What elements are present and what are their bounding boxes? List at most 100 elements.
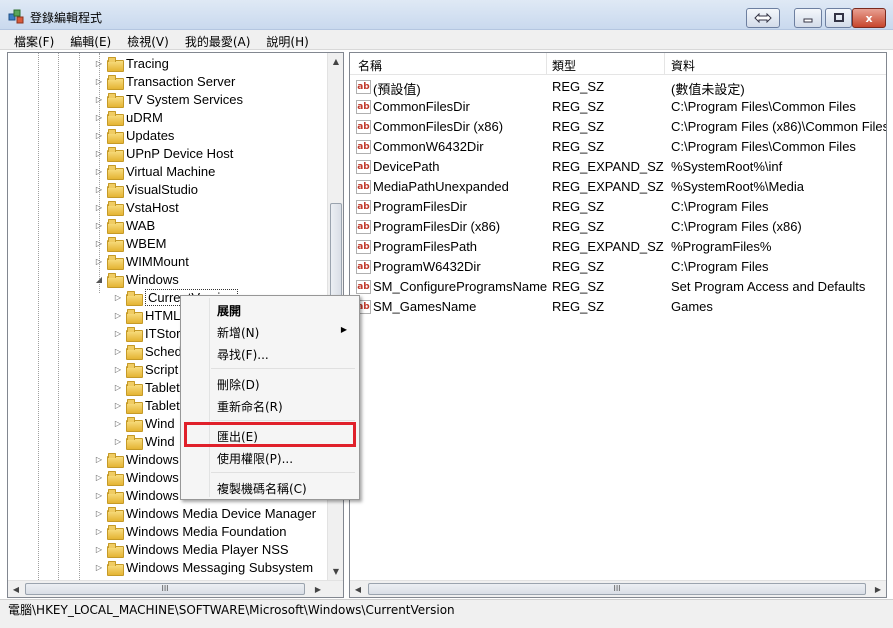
scroll-up-arrow-icon[interactable]: ▲ xyxy=(328,53,343,70)
tree-item[interactable]: ▷ Transaction Server xyxy=(94,72,235,90)
tree-item[interactable]: ▷ Windows Media Foundation xyxy=(94,522,286,540)
expand-arrow-icon[interactable]: ▷ xyxy=(113,383,123,392)
menu-item-permissions[interactable]: 使用權限(P)... xyxy=(183,447,357,467)
maximize-button[interactable] xyxy=(825,8,852,28)
tree-item[interactable]: ▷ Windows Messaging Subsystem xyxy=(94,558,313,576)
tree-item[interactable]: ▷ VstaHost xyxy=(94,198,179,216)
list-horizontal-scrollbar[interactable]: ◀ III ▶ xyxy=(350,580,886,597)
tree-item[interactable]: ▷ Wind xyxy=(113,414,175,432)
tree-horizontal-scrollbar[interactable]: ◀ III ▶ xyxy=(8,580,343,597)
value-row[interactable]: ab CommonFilesDir (x86) REG_SZ C:\Program F… xyxy=(350,117,886,137)
tree-item[interactable]: ▷ Tablet xyxy=(113,396,180,414)
expand-arrow-icon[interactable]: ▷ xyxy=(94,509,104,518)
tree-item[interactable]: ▷ ITStor xyxy=(113,324,180,342)
expand-arrow-icon[interactable]: ▷ xyxy=(94,77,104,86)
expand-arrow-icon[interactable]: ▷ xyxy=(94,563,104,572)
tree-item[interactable]: ▷ Virtual Machine xyxy=(94,162,215,180)
column-header-type[interactable]: 類型 xyxy=(552,57,576,74)
expand-arrow-icon[interactable]: ▷ xyxy=(94,59,104,68)
expand-arrow-icon[interactable]: ▷ xyxy=(113,329,123,338)
tree-item[interactable]: ▷ Tracing xyxy=(94,54,169,72)
expand-arrow-icon[interactable]: ▷ xyxy=(94,239,104,248)
tree-item[interactable]: ▷ WIMMount xyxy=(94,252,189,270)
expand-arrow-icon[interactable]: ▷ xyxy=(94,527,104,536)
value-row[interactable]: ab ProgramFilesDir REG_SZ C:\Program Files xyxy=(350,197,886,217)
expand-arrow-icon[interactable]: ▷ xyxy=(113,365,123,374)
expand-arrow-icon[interactable]: ▷ xyxy=(113,401,123,410)
registry-values-list[interactable]: 名稱 類型 資料 ab (預設值) REG_SZ (數值未設定) ab CommonFil… xyxy=(349,52,887,598)
menu-item-find[interactable]: 尋找(F)... xyxy=(183,343,357,363)
expand-arrow-icon[interactable]: ▷ xyxy=(94,257,104,266)
column-header-data[interactable]: 資料 xyxy=(671,57,695,74)
value-row[interactable]: ab CommonFilesDir REG_SZ C:\Program Files\C… xyxy=(350,97,886,117)
value-row[interactable]: ab (預設值) REG_SZ (數值未設定) xyxy=(350,77,886,97)
value-row[interactable]: ab SM_GamesName REG_SZ Games xyxy=(350,297,886,317)
list-horizontal-scroll-thumb[interactable]: III xyxy=(368,583,866,595)
tree-item[interactable]: ◢ Windows xyxy=(94,270,179,288)
expand-arrow-icon[interactable]: ▷ xyxy=(94,113,104,122)
scroll-right-arrow-icon[interactable]: ▶ xyxy=(310,581,326,597)
expand-arrow-icon[interactable]: ▷ xyxy=(113,347,123,356)
tree-item[interactable]: ▷ Tablet xyxy=(113,378,180,396)
tree-item[interactable]: ▷ WAB xyxy=(94,216,155,234)
column-header-name[interactable]: 名稱 xyxy=(358,57,382,74)
tree-item[interactable]: ▷ Wind xyxy=(113,432,175,450)
expand-arrow-icon[interactable]: ▷ xyxy=(94,203,104,212)
tree-item[interactable]: ▷ UPnP Device Host xyxy=(94,144,233,162)
tree-item[interactable]: ▷ VisualStudio xyxy=(94,180,198,198)
expand-arrow-icon[interactable]: ▷ xyxy=(113,419,123,428)
close-button[interactable]: x xyxy=(852,8,886,28)
expand-arrow-icon[interactable]: ▷ xyxy=(94,167,104,176)
expand-arrow-icon[interactable]: ▷ xyxy=(94,455,104,464)
expand-arrow-icon[interactable]: ▷ xyxy=(94,95,104,104)
tree-item[interactable]: ▷ Windows xyxy=(94,468,179,486)
expand-arrow-icon[interactable]: ▷ xyxy=(94,185,104,194)
tree-horizontal-scroll-thumb[interactable]: III xyxy=(25,583,305,595)
expand-arrow-icon[interactable]: ▷ xyxy=(94,473,104,482)
column-divider[interactable] xyxy=(546,53,547,75)
menu-item-delete[interactable]: 刪除(D) xyxy=(183,373,357,393)
expand-arrow-icon[interactable]: ▷ xyxy=(113,437,123,446)
expand-arrow-icon[interactable]: ▷ xyxy=(113,293,123,302)
expand-arrow-icon[interactable]: ▷ xyxy=(94,545,104,554)
tree-item[interactable]: ▷ TV System Services xyxy=(94,90,243,108)
menu-item-rename[interactable]: 重新命名(R) xyxy=(183,395,357,415)
menu-help[interactable]: 說明(H) xyxy=(258,30,316,49)
menu-view[interactable]: 檢視(V) xyxy=(119,30,177,49)
scroll-down-arrow-icon[interactable]: ▼ xyxy=(328,563,343,580)
value-row[interactable]: ab SM_ConfigureProgramsName REG_SZ Set Prog… xyxy=(350,277,886,297)
expand-arrow-icon[interactable]: ▷ xyxy=(94,221,104,230)
menu-item-new[interactable]: 新增(N) ▶ xyxy=(183,321,357,341)
scroll-right-arrow-icon[interactable]: ▶ xyxy=(870,581,886,597)
expand-arrow-icon[interactable]: ▷ xyxy=(94,131,104,140)
collapse-arrow-icon[interactable]: ◢ xyxy=(94,275,104,284)
value-row[interactable]: ab ProgramFilesPath REG_EXPAND_SZ %ProgramF… xyxy=(350,237,886,257)
value-row[interactable]: ab CommonW6432Dir REG_SZ C:\Program Files\C… xyxy=(350,137,886,157)
menu-item-copy-key-name[interactable]: 複製機碼名稱(C) xyxy=(183,477,357,497)
tree-item[interactable]: ▷ WBEM xyxy=(94,234,166,252)
value-row[interactable]: ab ProgramFilesDir (x86) REG_SZ C:\Program … xyxy=(350,217,886,237)
scroll-left-arrow-icon[interactable]: ◀ xyxy=(350,581,366,597)
value-row[interactable]: ab DevicePath REG_EXPAND_SZ %SystemRoot%\in… xyxy=(350,157,886,177)
tree-item[interactable]: ▷ Script xyxy=(113,360,178,378)
tree-item[interactable]: ▷ HTML xyxy=(113,306,180,324)
scroll-left-arrow-icon[interactable]: ◀ xyxy=(8,581,24,597)
menu-item-expand[interactable]: 展開 xyxy=(183,299,357,319)
minimize-button[interactable] xyxy=(794,8,822,28)
tree-item[interactable]: ▷ Updates xyxy=(94,126,174,144)
column-divider[interactable] xyxy=(664,53,665,75)
expand-arrow-icon[interactable]: ▷ xyxy=(113,311,123,320)
tree-item[interactable]: ▷ Sched xyxy=(113,342,182,360)
tree-item[interactable]: ▷ Windows xyxy=(94,450,179,468)
menu-file[interactable]: 檔案(F) xyxy=(6,30,62,49)
menu-favorites[interactable]: 我的最愛(A) xyxy=(177,30,259,49)
value-row[interactable]: ab MediaPathUnexpanded REG_EXPAND_SZ %Syste… xyxy=(350,177,886,197)
expand-arrow-icon[interactable]: ▷ xyxy=(94,149,104,158)
value-row[interactable]: ab ProgramW6432Dir REG_SZ C:\Program Files xyxy=(350,257,886,277)
tree-item[interactable]: ▷ Windows Media Device Manager xyxy=(94,504,316,522)
menu-edit[interactable]: 編輯(E) xyxy=(62,30,119,49)
expand-arrow-icon[interactable]: ▷ xyxy=(94,491,104,500)
tree-item[interactable]: ▷ Windows Media Player NSS xyxy=(94,540,289,558)
tree-item[interactable]: ▷ Windows xyxy=(94,486,179,504)
tree-item[interactable]: ▷ uDRM xyxy=(94,108,163,126)
